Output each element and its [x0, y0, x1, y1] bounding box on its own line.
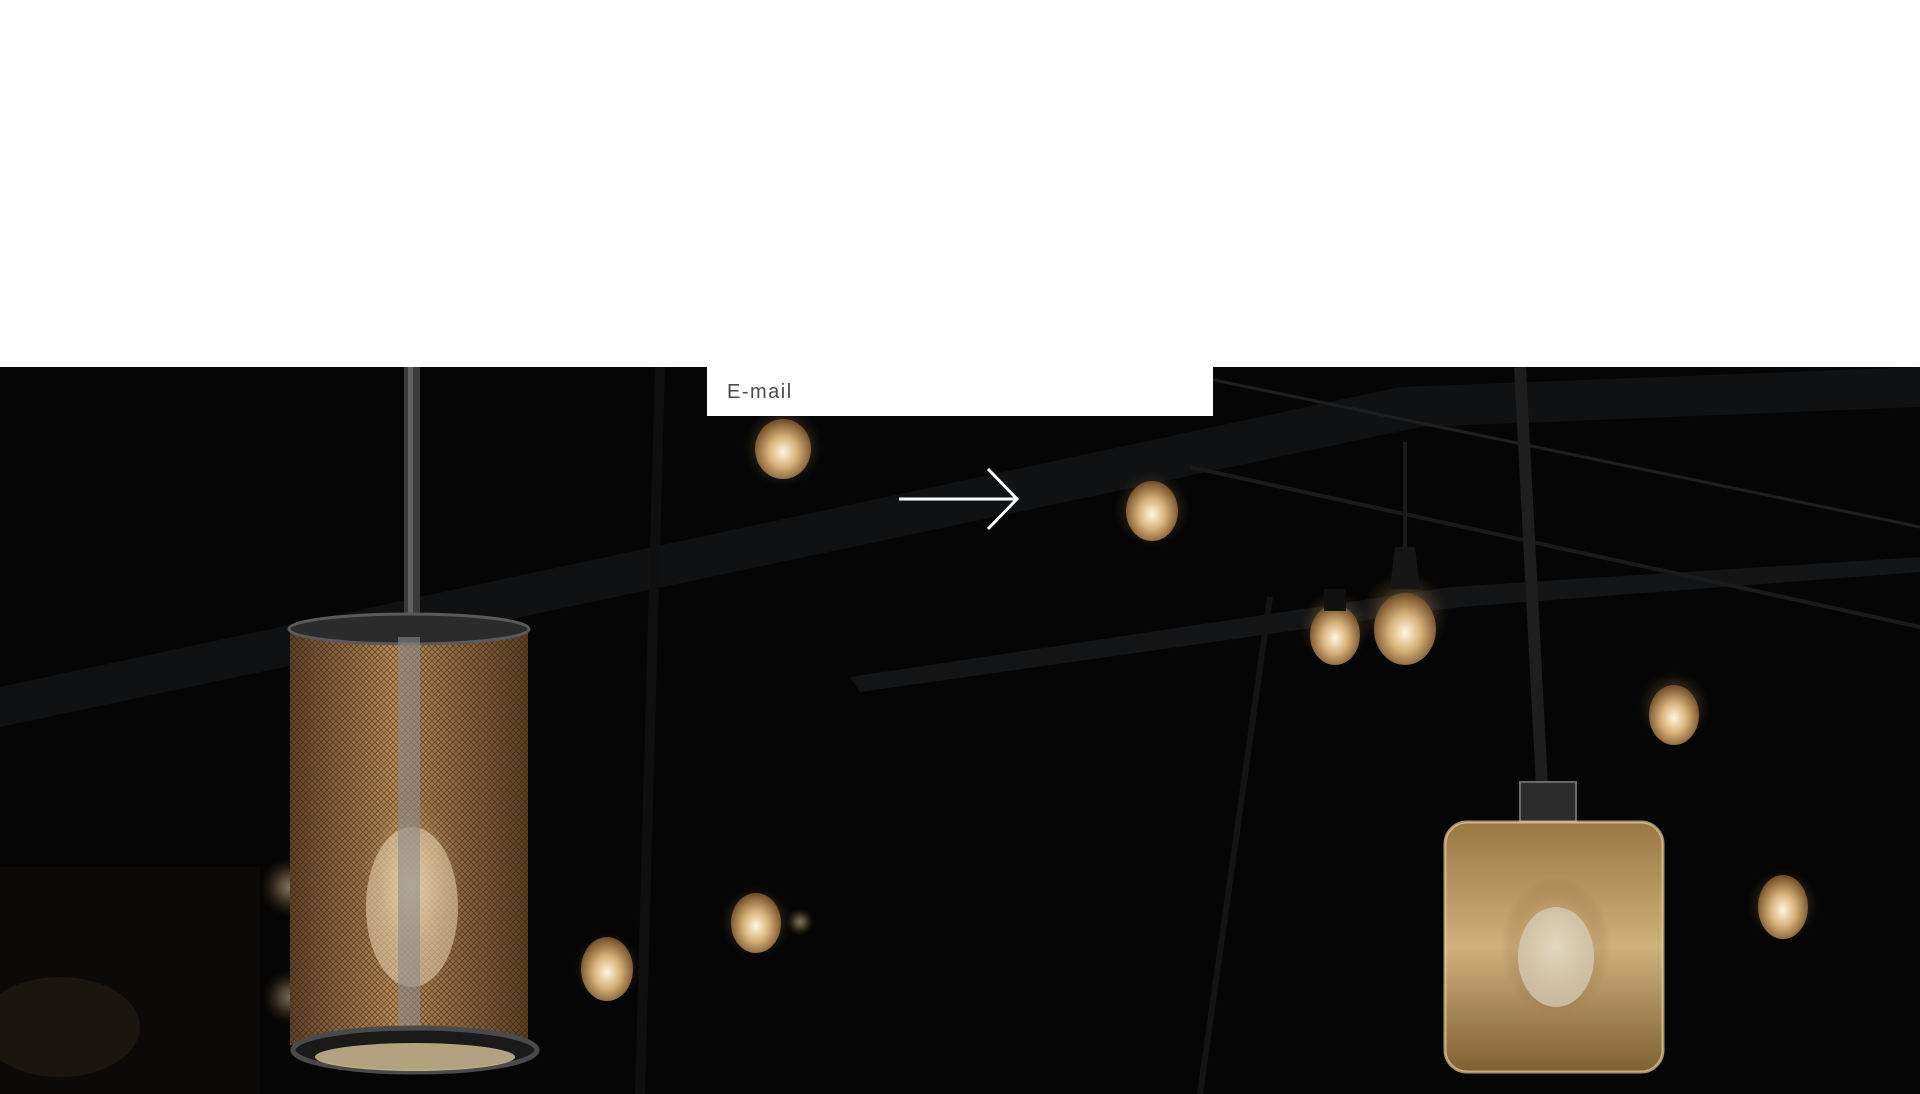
blank-header-area: [0, 0, 1920, 367]
email-field-container: [707, 367, 1213, 416]
arrow-right-icon: [899, 467, 1020, 531]
email-input[interactable]: [707, 367, 1213, 416]
submit-button[interactable]: [895, 466, 1025, 532]
page: [0, 0, 1920, 1094]
